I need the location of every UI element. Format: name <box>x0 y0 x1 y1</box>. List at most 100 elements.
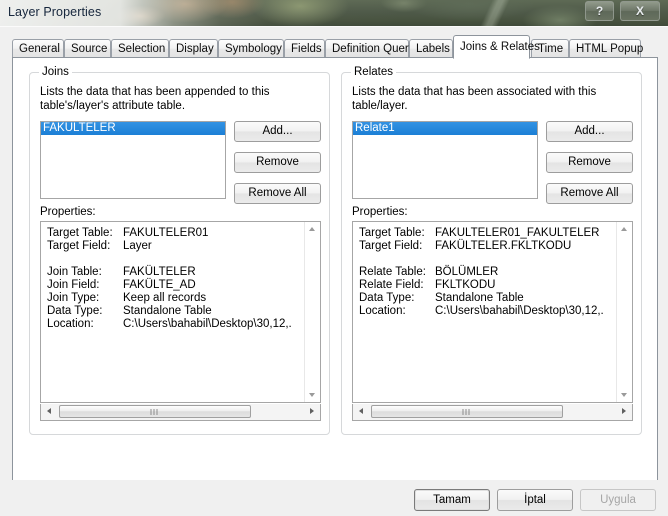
relates-group-caption: Relates <box>351 66 396 78</box>
property-key: Data Type: <box>47 305 103 317</box>
relates-list[interactable]: Relate1 <box>352 121 538 199</box>
property-key: Location: <box>359 305 406 317</box>
horizontal-scroll-thumb[interactable] <box>371 405 563 418</box>
scroll-up-arrow-icon[interactable] <box>617 222 632 237</box>
property-key: Join Type: <box>47 292 100 304</box>
relates-properties-horizontal-scrollbar[interactable] <box>352 404 633 421</box>
help-button[interactable]: ? <box>585 1 614 21</box>
joins-properties-rows: Target Table: FAKÜLTELER01 Target Field: La… <box>47 227 309 331</box>
property-key: Data Type: <box>359 292 415 304</box>
joins-list[interactable]: FAKÜLTELER <box>40 121 226 199</box>
properties-row: Target Table: FAKÜLTELER01_FAKÜLTELER <box>359 227 621 240</box>
properties-row: Target Field: Layer <box>47 240 309 253</box>
properties-row: Relate Table: BÖLÜMLER <box>359 266 621 279</box>
apply-button: Uygula <box>580 489 656 511</box>
scroll-left-arrow-icon[interactable] <box>353 404 369 419</box>
ok-button[interactable]: Tamam <box>414 489 490 511</box>
properties-row: Join Type: Keep all records <box>47 292 309 305</box>
properties-spacer <box>47 253 309 266</box>
property-key: Target Table: <box>47 227 113 239</box>
joins-remove-all-button[interactable]: Remove All <box>234 183 321 204</box>
property-key: Relate Table: <box>359 266 426 278</box>
properties-row: Target Table: FAKÜLTELER01 <box>47 227 309 240</box>
scroll-right-arrow-icon[interactable] <box>616 404 632 419</box>
relates-add-button[interactable]: Add... <box>546 121 633 142</box>
property-value: FAKÜLTELER <box>123 266 196 278</box>
property-key: Target Field: <box>359 240 423 252</box>
relates-description: Lists the data that has been associated … <box>352 86 597 112</box>
tab-fields[interactable]: Fields <box>284 39 325 58</box>
property-value: C:\Users\bahabil\Desktop\30,12,. <box>123 318 292 330</box>
properties-row: Location: C:\Users\bahabil\Desktop\30,12,… <box>359 305 621 318</box>
relates-remove-all-button[interactable]: Remove All <box>546 183 633 204</box>
scroll-thumb-grip-icon <box>462 409 472 415</box>
relates-properties-box: Target Table: FAKÜLTELER01_FAKÜLTELER Targ… <box>352 221 633 403</box>
property-value: Standalone Table <box>435 292 524 304</box>
list-item[interactable]: Relate1 <box>353 122 537 135</box>
properties-row: Join Field: FAKÜLTE_AD <box>47 279 309 292</box>
properties-row: Location: C:\Users\bahabil\Desktop\30,12,… <box>47 318 309 331</box>
dialog-footer: Tamam İptal Uygula <box>0 480 668 515</box>
joins-properties-vertical-scrollbar[interactable] <box>304 222 320 402</box>
tab-labels[interactable]: Labels <box>409 39 453 58</box>
property-value: FAKÜLTELER.FKLTKODU <box>435 240 572 252</box>
scroll-right-arrow-icon[interactable] <box>304 404 320 419</box>
tab-source[interactable]: Source <box>64 39 111 58</box>
relates-properties-vertical-scrollbar[interactable] <box>616 222 632 402</box>
tab-html-popup[interactable]: HTML Popup <box>569 39 643 58</box>
joins-properties-box: Target Table: FAKÜLTELER01 Target Field: La… <box>40 221 321 403</box>
window-title: Layer Properties <box>8 5 102 19</box>
property-key: Target Table: <box>359 227 425 239</box>
property-value: FAKÜLTELER01_FAKÜLTELER <box>435 227 600 239</box>
properties-row: Relate Field: FKLTKODU <box>359 279 621 292</box>
properties-row: Data Type: Standalone Table <box>359 292 621 305</box>
property-value: BÖLÜMLER <box>435 266 499 278</box>
joins-properties-horizontal-scrollbar[interactable] <box>40 404 321 421</box>
property-key: Join Field: <box>47 279 100 291</box>
tab-selection[interactable]: Selection <box>111 39 169 58</box>
layer-properties-dialog: Layer Properties ? X General Source Select… <box>0 0 668 516</box>
joins-group: Joins Lists the data that has been appen… <box>29 66 330 435</box>
property-value: Standalone Table <box>123 305 212 317</box>
list-item[interactable]: FAKÜLTELER <box>41 122 225 135</box>
title-bar: Layer Properties ? X <box>0 0 668 26</box>
tab-symbology[interactable]: Symbology <box>218 39 284 58</box>
joins-remove-button[interactable]: Remove <box>234 152 321 173</box>
tab-display[interactable]: Display <box>169 39 218 58</box>
cancel-button[interactable]: İptal <box>497 489 573 511</box>
relates-properties-rows: Target Table: FAKÜLTELER01_FAKÜLTELER Targ… <box>359 227 621 318</box>
property-key: Target Field: <box>47 240 111 252</box>
relates-properties-label: Properties: <box>352 206 408 218</box>
joins-group-caption: Joins <box>39 66 72 78</box>
tab-strip: General Source Selection Display Symbology Fi… <box>12 35 658 59</box>
tab-joins-relates[interactable]: Joins & Relates <box>453 35 540 59</box>
properties-spacer <box>359 253 621 266</box>
close-button[interactable]: X <box>620 1 660 21</box>
dialog-client-area: General Source Selection Display Symbology Fi… <box>0 26 668 516</box>
property-value: FAKÜLTE_AD <box>123 279 196 291</box>
property-key: Location: <box>47 318 94 330</box>
property-value: FAKÜLTELER01 <box>123 227 209 239</box>
joins-properties-label: Properties: <box>40 206 96 218</box>
properties-row: Data Type: Standalone Table <box>47 305 309 318</box>
property-key: Relate Field: <box>359 279 424 291</box>
scroll-down-arrow-icon[interactable] <box>617 387 632 402</box>
property-value: Keep all records <box>123 292 207 304</box>
properties-row: Target Field: FAKÜLTELER.FKLTKODU <box>359 240 621 253</box>
property-key: Join Table: <box>47 266 102 278</box>
property-value: Layer <box>123 240 152 252</box>
relates-group: Relates Lists the data that has been ass… <box>341 66 642 435</box>
joins-description: Lists the data that has been appended to… <box>40 86 270 112</box>
joins-and-relates-page: Joins Lists the data that has been appen… <box>12 57 658 507</box>
relates-remove-button[interactable]: Remove <box>546 152 633 173</box>
scroll-left-arrow-icon[interactable] <box>41 404 57 419</box>
tab-general[interactable]: General <box>12 39 64 58</box>
scroll-down-arrow-icon[interactable] <box>305 387 320 402</box>
property-value: FKLTKODU <box>435 279 496 291</box>
joins-add-button[interactable]: Add... <box>234 121 321 142</box>
scroll-up-arrow-icon[interactable] <box>305 222 320 237</box>
properties-row: Join Table: FAKÜLTELER <box>47 266 309 279</box>
horizontal-scroll-thumb[interactable] <box>59 405 251 418</box>
scroll-thumb-grip-icon <box>150 409 160 415</box>
tab-definition-query[interactable]: Definition Query <box>325 39 414 58</box>
